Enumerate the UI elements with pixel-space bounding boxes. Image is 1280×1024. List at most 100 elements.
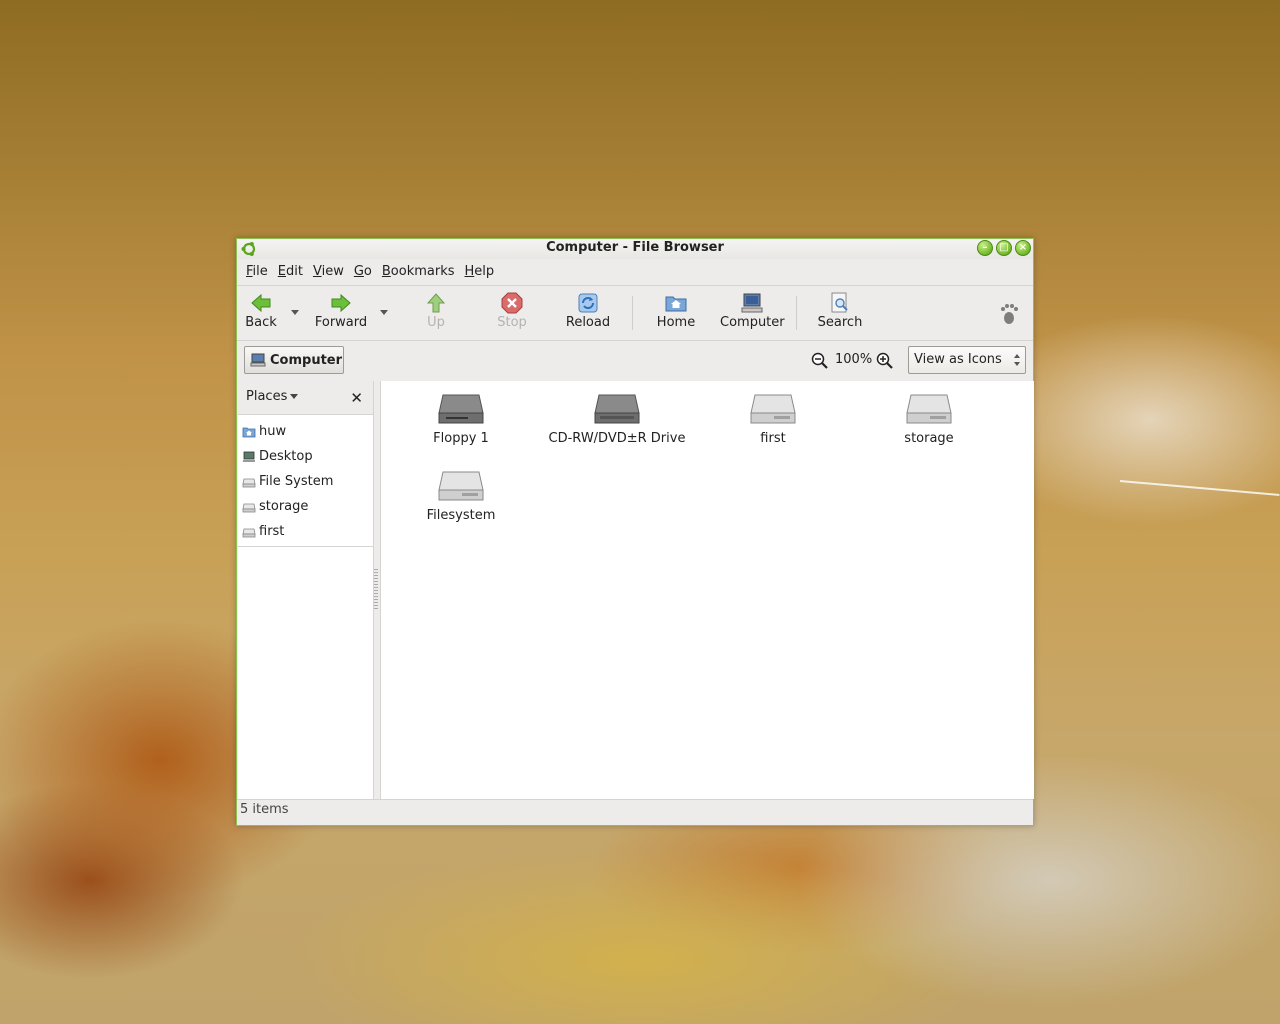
minimize-button[interactable]: –: [977, 240, 993, 256]
places-label: Places: [246, 389, 288, 404]
menu-view[interactable]: View: [310, 261, 351, 283]
menu-bookmarks-label: ookmarks: [390, 264, 455, 279]
file-item-floppy[interactable]: Floppy 1: [421, 391, 501, 446]
home-button[interactable]: Home: [655, 292, 697, 330]
sidebar-close-icon[interactable]: ✕: [350, 389, 363, 407]
file-item-cd-drive[interactable]: CD-RW/DVD±R Drive: [547, 391, 687, 446]
path-button-computer[interactable]: Computer: [244, 346, 344, 374]
reload-icon: [578, 293, 598, 313]
status-bar: 5 items: [237, 799, 1033, 826]
menu-bookmarks[interactable]: Bookmarks: [379, 261, 462, 283]
menu-edit[interactable]: Edit: [275, 261, 310, 283]
toolbar: Back Forward Up Stop Reload Home Compute…: [237, 285, 1033, 341]
harddisk-icon: [750, 394, 796, 424]
reload-label: Reload: [565, 315, 611, 330]
file-browser-window: Computer - File Browser – □ × File Edit …: [236, 238, 1034, 826]
places-list: huw Desktop File System storage first: [238, 415, 373, 547]
back-history-dropdown[interactable]: [291, 310, 299, 315]
path-button-label: Computer: [270, 352, 343, 368]
computer-button[interactable]: Computer: [720, 292, 785, 330]
menu-edit-label: dit: [286, 264, 303, 279]
sidebar-item-huw[interactable]: huw: [238, 419, 373, 444]
menu-edit-mnemonic: E: [277, 264, 286, 279]
menu-go-label: o: [363, 264, 372, 279]
search-button[interactable]: Search: [817, 292, 863, 330]
stop-button[interactable]: Stop: [495, 292, 529, 330]
maximize-icon: □: [999, 242, 1009, 253]
places-dropdown[interactable]: Places: [246, 389, 299, 404]
chevron-down-icon: [290, 394, 299, 399]
sidebar-item-label: Desktop: [259, 449, 313, 464]
window-title: Computer - File Browser: [546, 240, 724, 255]
back-label: Back: [245, 315, 277, 330]
menu-file-label: ile: [252, 264, 268, 279]
sidebar-item-label: File System: [259, 474, 334, 489]
pane-resize-handle[interactable]: [374, 569, 378, 609]
forward-history-dropdown[interactable]: [380, 310, 388, 315]
drive-icon: [242, 503, 256, 512]
up-arrow-icon: [426, 293, 446, 313]
places-sidebar: Places ✕ huw Desktop File System storage: [238, 381, 374, 799]
status-text: 5 items: [240, 802, 289, 817]
menu-go[interactable]: Go: [351, 261, 379, 283]
optical-drive-icon: [594, 394, 640, 424]
spin-arrows-icon: [1014, 354, 1020, 366]
stop-label: Stop: [497, 315, 527, 330]
file-view: Floppy 1 CD-RW/DVD±R Drive first storage…: [380, 381, 1034, 799]
up-label: Up: [427, 315, 445, 330]
menu-help[interactable]: Help: [462, 261, 502, 283]
home-folder-icon: [665, 296, 687, 312]
forward-button[interactable]: Forward: [313, 292, 369, 330]
search-icon: [831, 292, 848, 313]
sidebar-item-file-system[interactable]: File System: [238, 469, 373, 494]
zoom-in-icon[interactable]: [876, 352, 894, 370]
close-icon: ×: [1018, 242, 1028, 253]
back-button[interactable]: Back: [243, 292, 279, 330]
zoom-out-icon[interactable]: [811, 352, 829, 370]
reload-button[interactable]: Reload: [565, 292, 611, 330]
sidebar-item-first[interactable]: first: [238, 519, 373, 544]
desktop-icon: [243, 451, 255, 462]
menu-view-label: iew: [321, 264, 344, 279]
menu-go-mnemonic: G: [353, 264, 364, 279]
menu-view-mnemonic: V: [312, 264, 322, 279]
minimize-icon: –: [982, 242, 988, 253]
menu-help-label: elp: [474, 264, 495, 279]
gnome-foot-icon: [1001, 304, 1018, 324]
menu-help-mnemonic: H: [464, 264, 475, 279]
view-mode-value: View as Icons: [914, 352, 1002, 367]
file-label: first: [760, 431, 786, 446]
harddisk-icon: [438, 471, 484, 501]
file-label: CD-RW/DVD±R Drive: [548, 431, 686, 446]
file-item-first[interactable]: first: [733, 391, 813, 446]
floppy-drive-icon: [438, 394, 484, 424]
menu-bar: File Edit View Go Bookmarks Help: [237, 261, 1033, 283]
forward-label: Forward: [314, 315, 368, 330]
menu-bookmarks-mnemonic: B: [381, 264, 391, 279]
file-label: Floppy 1: [433, 431, 489, 446]
forward-arrow-icon: [331, 293, 351, 313]
close-button[interactable]: ×: [1015, 240, 1031, 256]
menu-file[interactable]: File: [243, 261, 275, 283]
sidebar-item-label: storage: [259, 499, 309, 514]
file-item-storage[interactable]: storage: [889, 391, 969, 446]
location-bar: Computer 100% View as Icons: [237, 340, 1033, 380]
sidebar-header: Places ✕: [238, 381, 373, 415]
sidebar-item-label: first: [259, 524, 285, 539]
title-bar[interactable]: Computer - File Browser – □ ×: [237, 239, 1033, 259]
search-label: Search: [817, 315, 863, 330]
toolbar-separator: [632, 296, 633, 330]
home-folder-icon: [242, 427, 256, 437]
stop-icon: [501, 292, 523, 314]
maximize-button[interactable]: □: [996, 240, 1012, 256]
home-label: Home: [656, 315, 696, 330]
sidebar-item-storage[interactable]: storage: [238, 494, 373, 519]
file-label: Filesystem: [426, 508, 496, 523]
zoom-level[interactable]: 100%: [835, 352, 872, 367]
up-button[interactable]: Up: [422, 292, 450, 330]
file-item-filesystem[interactable]: Filesystem: [421, 468, 501, 523]
harddisk-icon: [906, 394, 952, 424]
view-mode-select[interactable]: View as Icons: [908, 346, 1026, 374]
computer-icon: [250, 353, 266, 367]
sidebar-item-desktop[interactable]: Desktop: [238, 444, 373, 469]
